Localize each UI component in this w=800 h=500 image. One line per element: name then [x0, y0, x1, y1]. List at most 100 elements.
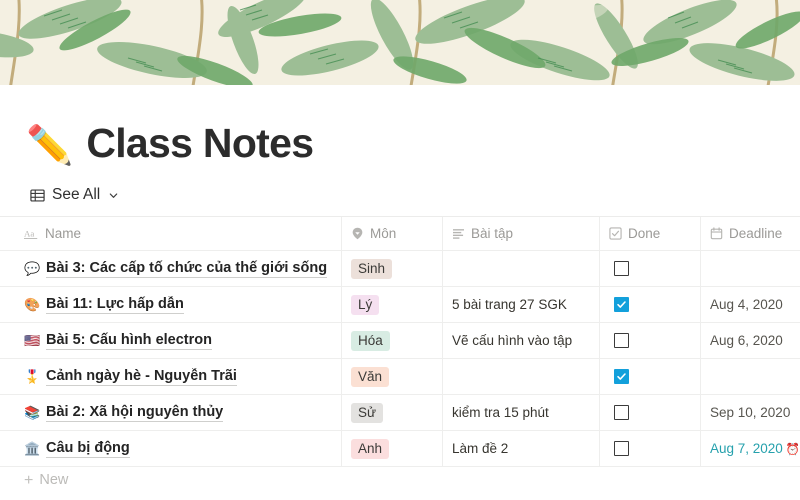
row-title[interactable]: Bài 11: Lực hấp dẫn — [46, 296, 184, 314]
deadline-text: Sep 10, 2020 — [710, 405, 791, 420]
cell-name[interactable]: 📚 Bài 2: Xã hội nguyên thủy — [0, 395, 342, 430]
homework-text: kiểm tra 15 phút — [452, 405, 549, 420]
column-header-name[interactable]: Aa Name — [0, 217, 342, 250]
table-icon — [30, 188, 45, 203]
table-header-row: Aa Name Môn Bài tập Done Deadline — [0, 217, 800, 251]
cell-mon[interactable]: Văn — [342, 359, 443, 394]
cell-deadline[interactable]: Aug 4, 2020 — [701, 287, 800, 322]
row-title[interactable]: Bài 5: Cấu hình electron — [46, 332, 212, 350]
cell-deadline[interactable] — [701, 359, 800, 394]
chevron-down-icon[interactable] — [108, 190, 119, 201]
done-checkbox[interactable] — [614, 333, 629, 348]
page-title-row: ✏️ Class Notes — [0, 85, 800, 165]
pencil-icon[interactable]: ✏️ — [26, 127, 73, 165]
column-header-deadline[interactable]: Deadline — [701, 217, 800, 250]
tag-select-icon — [351, 227, 364, 240]
cell-name[interactable]: 💬 Bài 3: Các cấp tố chức của thế giới số… — [0, 251, 342, 286]
cell-done[interactable] — [600, 323, 701, 358]
column-header-label: Bài tập — [471, 226, 514, 241]
medal-icon: 🎖️ — [24, 369, 41, 384]
row-title[interactable]: Câu bị động — [46, 440, 130, 458]
database-table: Aa Name Môn Bài tập Done Deadline 💬 Bài … — [0, 216, 800, 488]
tag-pill: Hóa — [351, 330, 390, 351]
cell-deadline[interactable]: Sep 10, 2020 — [701, 395, 800, 430]
cell-deadline[interactable]: Aug 7, 2020 ⏰ — [701, 431, 800, 466]
cell-deadline[interactable] — [701, 251, 800, 286]
cell-mon[interactable]: Hóa — [342, 323, 443, 358]
homework-text: Làm đề 2 — [452, 441, 509, 456]
new-row-label: New — [39, 472, 69, 488]
column-header-mon[interactable]: Môn — [342, 217, 443, 250]
tag-pill: Sinh — [351, 258, 393, 279]
cell-mon[interactable]: Anh — [342, 431, 443, 466]
leaf-pattern-graphic — [0, 0, 800, 85]
palette-icon: 🎨 — [24, 297, 41, 312]
deadline-text: Aug 4, 2020 — [710, 297, 783, 312]
cell-baitap[interactable] — [443, 251, 600, 286]
cell-done[interactable] — [600, 359, 701, 394]
cell-mon[interactable]: Sinh — [342, 251, 443, 286]
page-title[interactable]: Class Notes — [86, 123, 314, 164]
new-row-button[interactable]: + New — [0, 467, 800, 488]
view-selector[interactable]: See All — [0, 164, 800, 204]
cell-baitap[interactable] — [443, 359, 600, 394]
cell-name[interactable]: 🏛️ Câu bị động — [0, 431, 342, 466]
cover-image — [0, 0, 800, 85]
speech-balloon-icon: 💬 — [24, 261, 41, 276]
done-checkbox[interactable] — [614, 369, 629, 384]
table-row[interactable]: 🏛️ Câu bị động Anh Làm đề 2 Aug 7, 2020 — [0, 431, 800, 467]
alarm-clock-icon: ⏰ — [785, 443, 800, 456]
cell-done[interactable] — [600, 431, 701, 466]
table-row[interactable]: 🎖️ Cảnh ngày hè - Nguyễn Trãi Văn — [0, 359, 800, 395]
classical-building-icon: 🏛️ — [24, 441, 41, 456]
notion-page: ✏️ Class Notes See All Aa Name Môn Bài t… — [0, 0, 800, 500]
tag-pill: Anh — [351, 438, 390, 459]
cell-mon[interactable]: Lý — [342, 287, 443, 322]
cell-done[interactable] — [600, 287, 701, 322]
table-row[interactable]: 🇺🇸 Bài 5: Cấu hình electron Hóa Vẽ cấu h… — [0, 323, 800, 359]
done-checkbox[interactable] — [614, 261, 629, 276]
done-checkbox[interactable] — [614, 441, 629, 456]
done-checkbox[interactable] — [614, 297, 629, 312]
table-row[interactable]: 📚 Bài 2: Xã hội nguyên thủy Sử kiểm tra … — [0, 395, 800, 431]
tag-pill: Sử — [351, 402, 384, 423]
books-icon: 📚 — [24, 405, 41, 420]
cell-deadline[interactable]: Aug 6, 2020 — [701, 323, 800, 358]
cell-mon[interactable]: Sử — [342, 395, 443, 430]
done-checkbox[interactable] — [614, 405, 629, 420]
row-title[interactable]: Bài 2: Xã hội nguyên thủy — [46, 404, 224, 422]
homework-text: 5 bài trang 27 SGK — [452, 297, 567, 312]
deadline-text: Aug 6, 2020 — [710, 333, 783, 348]
tag-pill: Văn — [351, 366, 390, 387]
row-title[interactable]: Bài 3: Các cấp tố chức của thế giới sống — [46, 260, 328, 278]
svg-text:Aa: Aa — [24, 228, 34, 238]
row-title[interactable]: Cảnh ngày hè - Nguyễn Trãi — [46, 368, 237, 386]
cell-name[interactable]: 🎖️ Cảnh ngày hè - Nguyễn Trãi — [0, 359, 342, 394]
cell-done[interactable] — [600, 395, 701, 430]
cell-baitap[interactable]: Làm đề 2 — [443, 431, 600, 466]
table-row[interactable]: 🎨 Bài 11: Lực hấp dẫn Lý 5 bài trang 27 … — [0, 287, 800, 323]
flag-icon: 🇺🇸 — [24, 333, 41, 348]
plus-icon: + — [24, 471, 34, 488]
column-header-label: Name — [45, 226, 82, 241]
cell-baitap[interactable]: kiểm tra 15 phút — [443, 395, 600, 430]
deadline-text: Aug 7, 2020 — [710, 441, 783, 456]
cell-baitap[interactable]: Vẽ cấu hình vào tập — [443, 323, 600, 358]
calendar-icon — [710, 227, 723, 240]
cell-name[interactable]: 🇺🇸 Bài 5: Cấu hình electron — [0, 323, 342, 358]
tag-pill: Lý — [351, 294, 380, 315]
cell-done[interactable] — [600, 251, 701, 286]
cell-name[interactable]: 🎨 Bài 11: Lực hấp dẫn — [0, 287, 342, 322]
homework-text: Vẽ cấu hình vào tập — [452, 333, 573, 348]
text-lines-icon — [452, 228, 465, 239]
column-header-label: Done — [628, 226, 661, 241]
checkbox-icon — [609, 227, 622, 240]
view-label: See All — [52, 186, 101, 203]
column-header-label: Môn — [370, 226, 397, 241]
cell-baitap[interactable]: 5 bài trang 27 SGK — [443, 287, 600, 322]
column-header-done[interactable]: Done — [600, 217, 701, 250]
table-row[interactable]: 💬 Bài 3: Các cấp tố chức của thế giới số… — [0, 251, 800, 287]
column-header-baitap[interactable]: Bài tập — [443, 217, 600, 250]
page-body: ✏️ Class Notes See All Aa Name Môn Bài t… — [0, 85, 800, 488]
aa-text-icon: Aa — [24, 228, 39, 240]
